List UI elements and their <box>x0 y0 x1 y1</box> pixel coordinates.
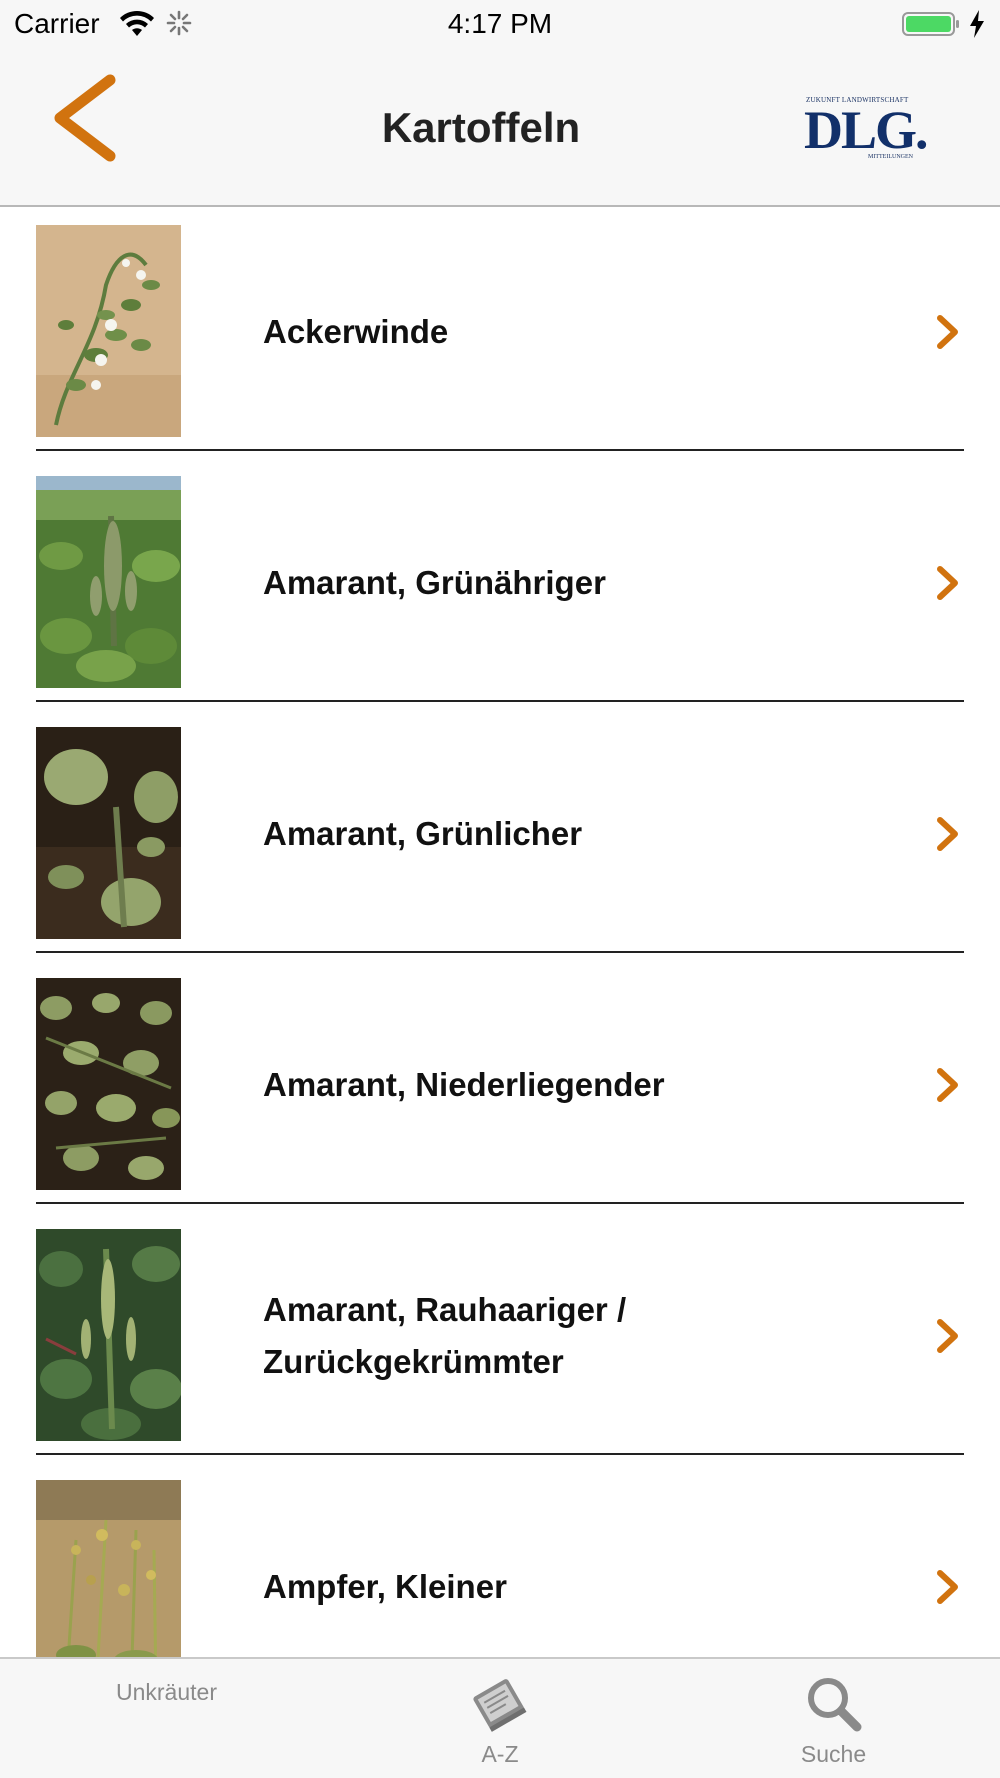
list-item[interactable]: Amarant, Rauhaariger / Zurückgekrümmter <box>0 1211 1000 1462</box>
logo-bottom-text: MITTEILUNGEN <box>868 154 913 160</box>
list-divider <box>36 700 964 702</box>
dlg-logo: ZUKUNFT LANDWIRTSCHAFT DLG. MITTEILUNGEN <box>804 96 929 166</box>
chevron-right-icon <box>937 315 958 349</box>
list-item-label: Ampfer, Kleiner <box>263 1568 507 1605</box>
navigation-bar: Kartoffeln ZUKUNFT LANDWIRTSCHAFT DLG. M… <box>0 50 1000 207</box>
battery-icon <box>902 12 959 36</box>
tab-label: A-Z <box>481 1741 519 1767</box>
list-item[interactable]: Amarant, Niederliegender <box>0 960 1000 1211</box>
list-item-label: Ackerwinde <box>263 313 449 350</box>
list-item[interactable]: Amarant, Grünlicher <box>0 709 1000 960</box>
list-divider <box>36 1453 964 1455</box>
tab-suche[interactable]: Suche <box>667 1659 1000 1778</box>
list-item-label: Amarant, Grünlicher <box>263 815 583 852</box>
plant-thumbnail <box>36 978 181 1190</box>
plant-thumbnail <box>36 1480 181 1657</box>
list-divider <box>36 1202 964 1204</box>
chevron-right-icon <box>937 1319 958 1353</box>
charging-bolt-icon <box>970 10 984 38</box>
plant-thumbnail <box>36 476 181 688</box>
plant-thumbnail <box>36 225 181 437</box>
chevron-right-icon <box>937 1068 958 1102</box>
list-item[interactable]: Ampfer, Kleiner <box>0 1462 1000 1657</box>
list-item-label: Amarant, Rauhaariger / Zurückgekrümmter <box>263 1291 627 1380</box>
chevron-right-icon <box>937 1570 958 1604</box>
tab-label: Suche <box>800 1741 867 1767</box>
list-item-label: Amarant, Niederliegender <box>263 1066 665 1103</box>
chevron-right-icon <box>937 566 958 600</box>
screen: Carrier 4:17 PM Kartoffeln ZUKUNFT LANDW… <box>0 0 1000 1778</box>
logo-main-text: DLG. <box>804 100 929 160</box>
magnifier-icon <box>808 1678 862 1732</box>
list-item-label: Amarant, Grünähriger <box>263 564 606 601</box>
list-divider <box>36 951 964 953</box>
list-item[interactable]: Ackerwinde <box>0 207 1000 458</box>
status-time: 4:17 PM <box>447 8 553 39</box>
tab-label: Unkräuter <box>116 1679 217 1705</box>
chevron-right-icon <box>937 817 958 851</box>
plant-thumbnail <box>36 727 181 939</box>
weed-list: Ackerwinde Amarant, Grünähriger Amarant,… <box>0 207 1000 1657</box>
tab-a-z[interactable]: A-Z <box>333 1659 667 1778</box>
tab-bar: Unkräuter A-Z Suche <box>0 1657 1000 1778</box>
list-item[interactable]: Amarant, Grünähriger <box>0 458 1000 709</box>
plant-thumbnail <box>36 1229 181 1441</box>
status-bar: Carrier 4:17 PM <box>0 0 1000 50</box>
tab-unkraeuter[interactable]: Unkräuter <box>0 1659 333 1778</box>
list-divider <box>36 449 964 451</box>
book-icon <box>473 1679 527 1732</box>
